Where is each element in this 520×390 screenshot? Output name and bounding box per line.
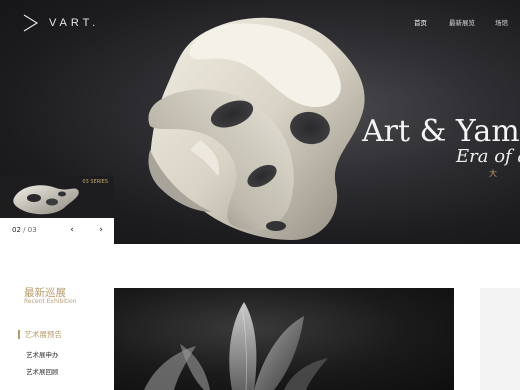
menu-item-preview[interactable]: 艺术展预告 (18, 329, 62, 340)
active-indicator (18, 330, 20, 339)
chevron-left-icon[interactable]: ‹ (67, 225, 77, 235)
logo[interactable]: VART. (22, 12, 99, 34)
flower-image (144, 302, 328, 390)
hero-subtitle: Era of a (456, 146, 520, 167)
slider-card: 03 SERIES 02 / 03 ‹ › (0, 176, 114, 244)
nav-item-home[interactable]: 首页 (414, 17, 427, 27)
side-preview-panel[interactable] (480, 288, 520, 390)
menu-item-apply[interactable]: 艺术展申办 (26, 349, 59, 359)
nav-item-venue[interactable]: 场馆 (495, 17, 508, 27)
nav-item-latest-exhibitions[interactable]: 最新展览 (449, 17, 475, 27)
slider-total: 03 (27, 226, 37, 234)
hero-chinese-caption: 大 型 (489, 169, 520, 178)
slider-current-index: 02 (12, 226, 21, 234)
slider-thumbnail[interactable]: 03 SERIES (0, 176, 114, 218)
menu-item-review[interactable]: 艺术展回顾 (26, 366, 59, 376)
featured-exhibition-image[interactable] (114, 288, 454, 390)
hero-title: Art & Yame (362, 114, 520, 149)
section-subtitle: Recent Exhibition (24, 298, 77, 305)
logo-mark-icon (23, 14, 39, 32)
slider-counter: 02 / 03 (12, 226, 37, 234)
chevron-right-icon[interactable]: › (96, 225, 106, 235)
slider-separator: / (23, 226, 26, 234)
hero-banner: VART. 首页 最新展览 场馆 Art & Yame Era of a 大 型 (0, 0, 520, 244)
page: VART. 首页 最新展览 场馆 Art & Yame Era of a 大 型 (0, 0, 520, 390)
slider-series-label: 03 SERIES (82, 179, 108, 185)
menu-item-label: 艺术展预告 (24, 330, 63, 339)
logo-text: VART. (49, 17, 100, 29)
